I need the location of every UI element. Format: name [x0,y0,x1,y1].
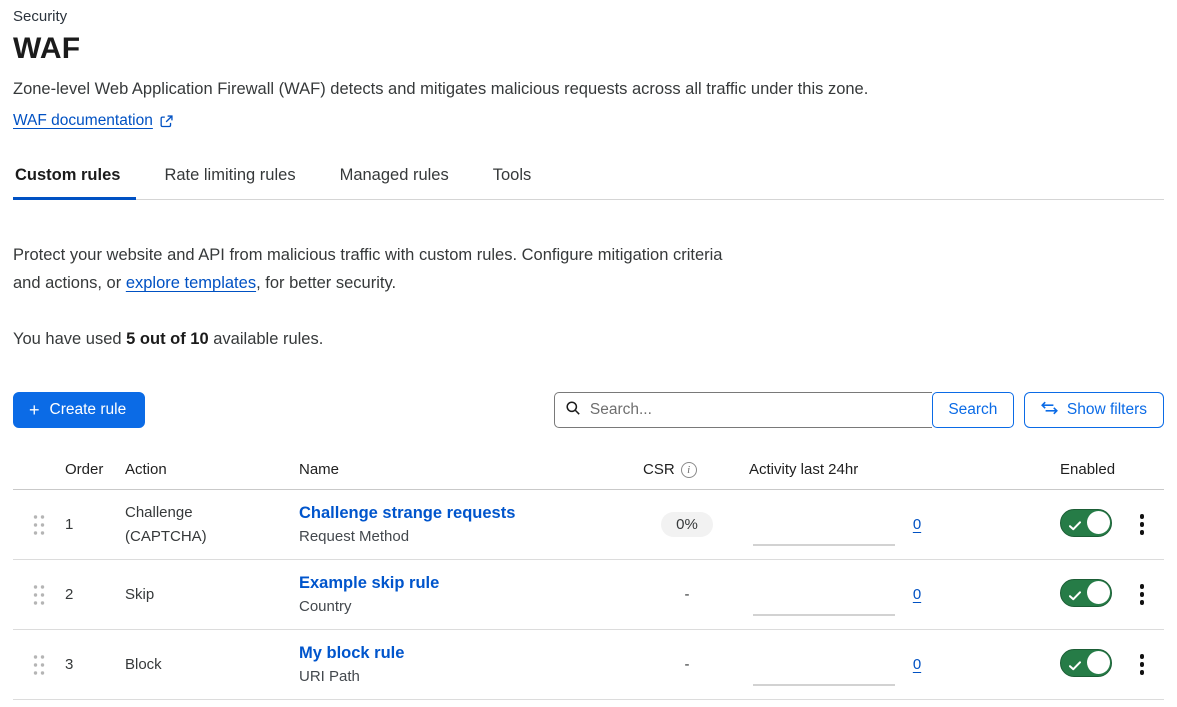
waf-documentation-link[interactable]: WAF documentation [13,112,153,130]
external-link-icon [159,114,174,129]
swap-arrows-icon [1041,401,1058,420]
rule-action: Block [125,653,245,677]
activity-count-link[interactable]: 0 [913,586,921,603]
waf-page: Security WAF Zone-level Web Application … [0,0,1177,700]
breadcrumb-security: Security [13,8,1164,25]
rule-action: Challenge (CAPTCHA) [125,501,245,549]
rule-name-link[interactable]: My block rule [299,644,404,662]
intro-after: , for better security. [256,274,396,292]
activity-count-link[interactable]: 0 [913,516,921,533]
kebab-menu-icon[interactable] [1136,510,1149,539]
enabled-toggle[interactable] [1060,509,1112,537]
tab-bar: Custom rules Rate limiting rules Managed… [13,166,1164,200]
col-header-order: Order [65,461,125,478]
table-row: 1 Challenge (CAPTCHA) Challenge strange … [13,490,1164,560]
page-description: Zone-level Web Application Firewall (WAF… [13,80,1164,99]
csr-badge: 0% [661,512,713,537]
tab-managed-rules[interactable]: Managed rules [338,166,451,199]
kebab-menu-icon[interactable] [1136,580,1149,609]
show-filters-button[interactable]: Show filters [1024,392,1164,428]
activity-count-link[interactable]: 0 [913,656,921,673]
table-row: 3 Block My block rule URI Path - 0 [13,630,1164,700]
rules-table: Order Action Name CSR i Activity last 24… [13,456,1164,700]
tab-custom-rules[interactable]: Custom rules [13,166,122,199]
create-rule-label: Create rule [50,401,127,419]
col-header-name: Name [299,461,637,478]
toggle-knob [1087,511,1110,534]
rule-order: 2 [65,586,125,603]
activity-sparkline [753,614,895,616]
search-icon [565,400,581,421]
tab-rate-limiting-rules[interactable]: Rate limiting rules [162,166,297,199]
toggle-knob [1087,581,1110,604]
explore-templates-link[interactable]: explore templates [126,274,256,292]
usage-text: You have used 5 out of 10 available rule… [13,330,1164,349]
usage-before: You have used [13,330,126,348]
kebab-menu-icon[interactable] [1136,650,1149,679]
checkmark-icon [1069,518,1081,535]
checkmark-icon [1069,588,1081,605]
rules-toolbar: + Create rule Search [13,392,1164,428]
activity-sparkline [753,544,895,546]
col-header-csr: CSR [643,461,675,478]
activity-sparkline [753,684,895,686]
create-rule-button[interactable]: + Create rule [13,392,145,428]
checkmark-icon [1069,658,1081,675]
col-header-enabled: Enabled [1060,461,1120,478]
search-box [554,392,932,428]
rule-order: 1 [65,516,125,533]
rule-field: Request Method [299,528,637,545]
drag-handle-icon[interactable] [13,514,65,536]
rule-name-link[interactable]: Challenge strange requests [299,504,515,522]
table-row: 2 Skip Example skip rule Country - 0 [13,560,1164,630]
search-button[interactable]: Search [932,392,1014,428]
table-header-row: Order Action Name CSR i Activity last 24… [13,456,1164,490]
enabled-toggle[interactable] [1060,649,1112,677]
rule-action: Skip [125,583,245,607]
drag-handle-icon[interactable] [13,584,65,606]
csr-value: - [685,656,690,673]
toggle-knob [1087,651,1110,674]
usage-after: available rules. [209,330,324,348]
search-input[interactable] [590,401,922,419]
plus-icon: + [29,401,40,419]
info-icon[interactable]: i [681,462,697,478]
col-header-action: Action [125,461,299,478]
rule-field: Country [299,598,637,615]
rule-name-link[interactable]: Example skip rule [299,574,439,592]
drag-handle-icon[interactable] [13,654,65,676]
show-filters-label: Show filters [1067,401,1147,419]
col-header-activity: Activity last 24hr [737,461,897,478]
page-title: WAF [13,32,1164,66]
csr-value: - [685,586,690,603]
rule-field: URI Path [299,668,637,685]
usage-count: 5 out of 10 [126,330,209,348]
intro-text: Protect your website and API from malici… [13,241,748,297]
enabled-toggle[interactable] [1060,579,1112,607]
tab-tools[interactable]: Tools [491,166,534,199]
rule-order: 3 [65,656,125,673]
